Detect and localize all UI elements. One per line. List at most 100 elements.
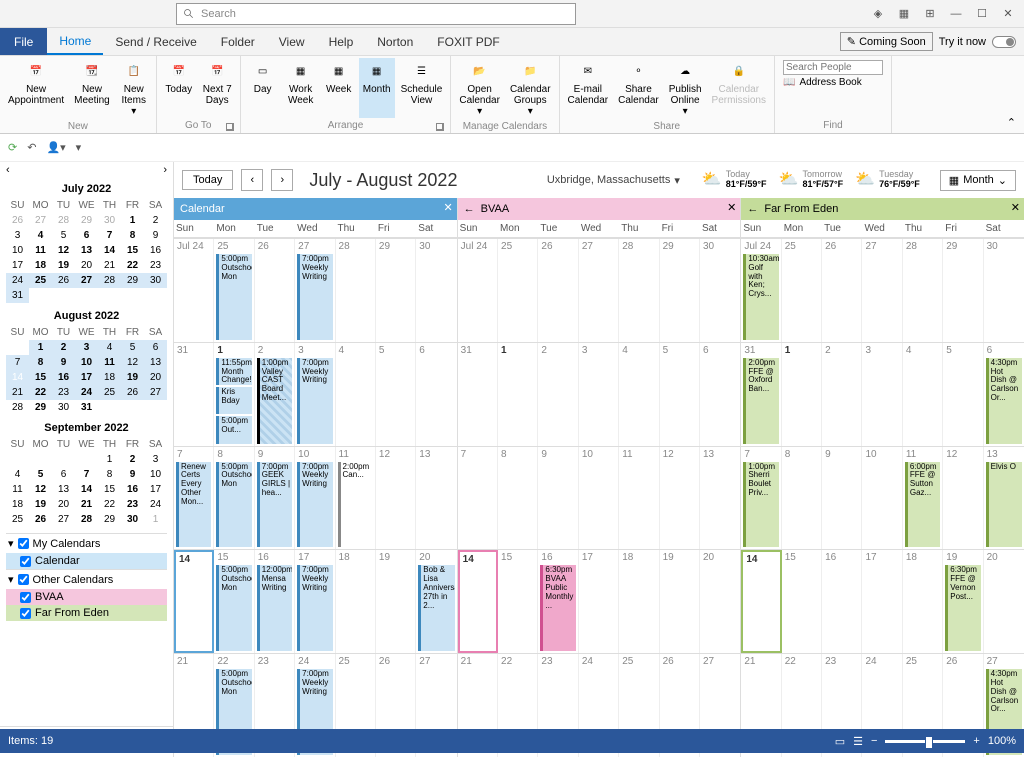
mini-cal-day[interactable]: 3 (75, 340, 98, 355)
day-cell[interactable]: 111:55pm Month Change!Kris Bday5:00pm Ou… (214, 343, 254, 446)
calendar-event[interactable]: 1:00pm Valley CAST Board Meet... (257, 358, 292, 444)
today-nav-button[interactable]: Today (182, 170, 233, 190)
mini-cal-day[interactable]: 27 (144, 385, 167, 400)
tab-help[interactable]: Help (317, 30, 366, 54)
day-cell[interactable]: 28 (619, 239, 659, 342)
other-calendars-group[interactable]: ▾Other Calendars (6, 569, 167, 589)
calendar-event[interactable]: 7:00pm GEEK GIRLS | hea... (257, 462, 292, 548)
mini-cal-day[interactable]: 3 (144, 452, 167, 467)
app-icon[interactable]: ▦ (892, 2, 916, 26)
mini-cal-day[interactable]: 3 (6, 228, 29, 243)
day-cell[interactable]: Jul 24 (458, 239, 498, 342)
mini-cal-day[interactable]: 29 (121, 273, 144, 288)
next-month-button[interactable]: › (163, 164, 167, 176)
day-cell[interactable]: 9 (822, 447, 862, 550)
mini-cal-day[interactable]: 16 (121, 482, 144, 497)
day-cell[interactable]: 26 (538, 239, 578, 342)
mini-cal-day[interactable]: 13 (52, 482, 75, 497)
mini-cal-day[interactable]: 18 (6, 497, 29, 512)
day-cell[interactable]: 17 (579, 550, 619, 653)
my-calendars-group[interactable]: ▾My Calendars (6, 533, 167, 553)
mini-cal-day[interactable]: 7 (98, 228, 121, 243)
calendar-checkbox[interactable] (20, 556, 31, 567)
undo-icon[interactable]: ↶ (27, 141, 36, 154)
calendar-event[interactable]: 6:30pm FFE @ Vernon Post... (945, 565, 980, 651)
dropdown-icon[interactable]: ▾ (76, 141, 82, 154)
calendar-event[interactable]: 5:00pm Outschool Mon (216, 254, 251, 340)
day-cell[interactable]: 13 (700, 447, 740, 550)
calendar-event[interactable]: 2:00pm Can... (338, 462, 373, 548)
mini-cal-day[interactable]: 19 (52, 258, 75, 273)
mini-cal-day[interactable]: 12 (52, 243, 75, 258)
day-cell[interactable]: 1612:00pm Mensa Writing (255, 550, 295, 653)
next7-button[interactable]: 📅Next 7 Days (199, 58, 236, 118)
mini-cal-day[interactable]: 23 (121, 497, 144, 512)
mini-cal-day[interactable]: 29 (75, 213, 98, 228)
day-cell[interactable]: 5 (943, 343, 983, 446)
maximize-button[interactable]: ☐ (970, 2, 994, 26)
mini-cal-day[interactable]: 17 (6, 258, 29, 273)
person-icon[interactable]: 👤▾ (46, 141, 65, 154)
mini-cal-day[interactable] (6, 452, 29, 467)
day-cell[interactable]: 17 (862, 550, 902, 653)
mini-cal-day[interactable]: 21 (98, 258, 121, 273)
tab-folder[interactable]: Folder (209, 30, 267, 54)
day-cell[interactable]: 14 (174, 550, 214, 653)
mini-cal-day[interactable]: 27 (29, 213, 52, 228)
mini-cal-day[interactable] (144, 400, 167, 415)
mini-cal-day[interactable]: 2 (121, 452, 144, 467)
mini-cal-day[interactable]: 24 (75, 385, 98, 400)
mini-cal-day[interactable]: 16 (144, 243, 167, 258)
day-cell[interactable]: 2 (822, 343, 862, 446)
day-cell[interactable]: 1 (498, 343, 538, 446)
calendar-event[interactable]: 11:55pm Month Change! (216, 358, 251, 385)
day-cell[interactable]: 15 (498, 550, 538, 653)
diamond-icon[interactable]: ◈ (866, 2, 890, 26)
calendar-event[interactable]: Bob & Lisa Anniversary 27th in 2... (418, 565, 454, 651)
back-arrow-icon[interactable]: ← (464, 203, 475, 215)
mini-cal-day[interactable]: 9 (144, 228, 167, 243)
zoom-slider[interactable] (885, 740, 965, 743)
mini-cal-day[interactable]: 25 (29, 273, 52, 288)
mini-cal-day[interactable]: 20 (75, 258, 98, 273)
sync-icon[interactable]: ⟳ (8, 141, 17, 154)
next-range-button[interactable]: › (271, 169, 293, 191)
mini-cal-day[interactable]: 19 (121, 370, 144, 385)
view-list-icon[interactable]: ☰ (853, 735, 863, 748)
mini-cal-day[interactable]: 6 (52, 467, 75, 482)
mini-cal-day[interactable]: 10 (144, 467, 167, 482)
mini-cal-day[interactable]: 15 (98, 482, 121, 497)
mini-cal-day[interactable]: 20 (144, 370, 167, 385)
mini-cal-day[interactable]: 22 (121, 258, 144, 273)
calendar-event[interactable]: Kris Bday (216, 387, 251, 414)
calendar-event[interactable]: 4:30pm Hot Dish @ Carlson Or... (986, 358, 1022, 444)
day-cell[interactable]: 20 (700, 550, 740, 653)
mini-cal-day[interactable]: 20 (52, 497, 75, 512)
day-cell[interactable]: 97:00pm GEEK GIRLS | hea... (255, 447, 295, 550)
mycals-checkbox[interactable] (18, 538, 29, 549)
calendar-event[interactable]: 6:00pm FFE @ Sutton Gaz... (905, 462, 940, 548)
day-cell[interactable]: 20 (984, 550, 1024, 653)
work-week-button[interactable]: ▦Work Week (283, 58, 319, 118)
prev-month-button[interactable]: ‹ (6, 164, 10, 176)
close-column-icon[interactable]: ✕ (1011, 201, 1020, 214)
day-cell[interactable]: 85:00pm Outschool Mon (214, 447, 254, 550)
mini-cal-day[interactable]: 18 (29, 258, 52, 273)
mini-cal-day[interactable] (75, 452, 98, 467)
mini-cal-day[interactable]: 23 (144, 258, 167, 273)
mini-cal-day[interactable]: 28 (98, 273, 121, 288)
mini-cal-day[interactable] (29, 288, 52, 303)
mini-cal-day[interactable]: 27 (52, 512, 75, 527)
mini-cal-day[interactable] (75, 288, 98, 303)
mini-cal-day[interactable]: 14 (98, 243, 121, 258)
day-cell[interactable]: 29 (660, 239, 700, 342)
mini-cal-day[interactable]: 13 (75, 243, 98, 258)
day-cell[interactable]: 31 (174, 343, 214, 446)
tab-send-receive[interactable]: Send / Receive (103, 30, 208, 54)
mini-cal-day[interactable]: 11 (6, 482, 29, 497)
layout-icon[interactable]: ⊞ (918, 2, 942, 26)
mini-cal-day[interactable]: 15 (121, 243, 144, 258)
mini-cal-day[interactable]: 6 (144, 340, 167, 355)
day-view-button[interactable]: ▭Day (245, 58, 281, 118)
day-cell[interactable]: Jul 24 (174, 239, 214, 342)
